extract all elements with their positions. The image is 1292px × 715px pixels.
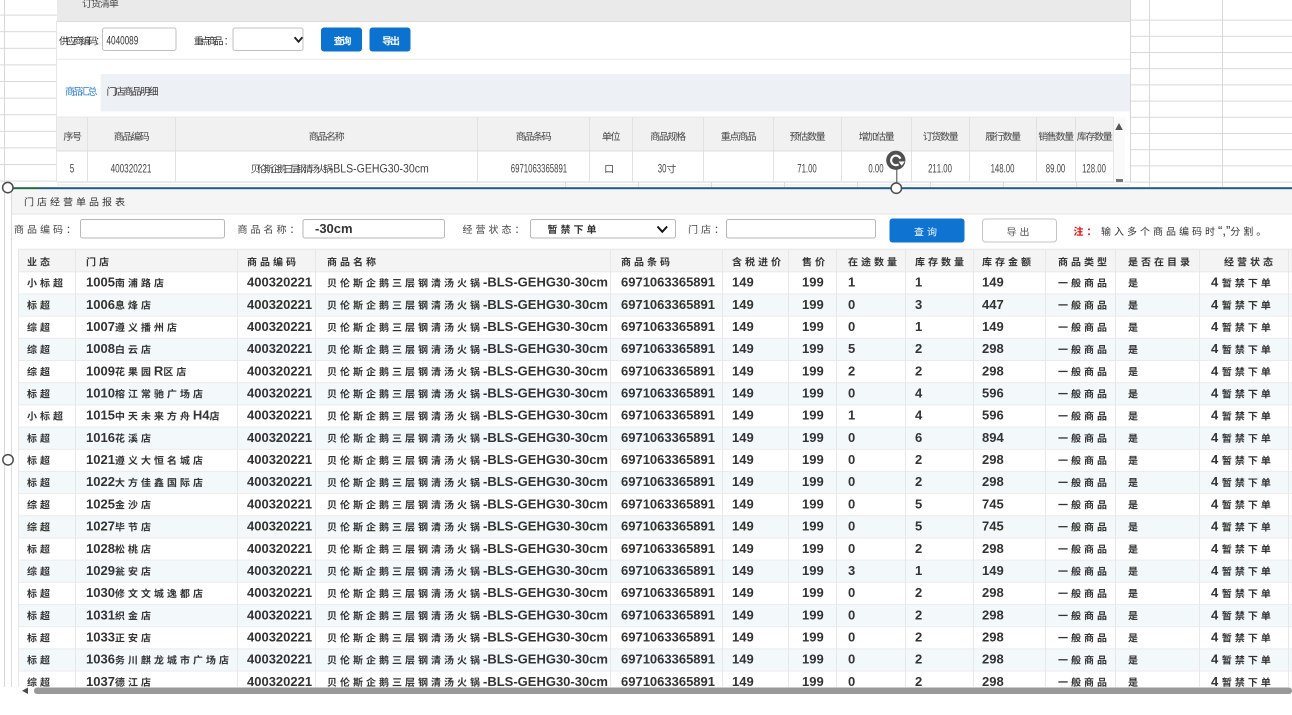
svg-text:3: 3 xyxy=(848,563,855,578)
svg-text:2: 2 xyxy=(915,474,922,489)
svg-text::: : xyxy=(225,34,228,48)
svg-text:5: 5 xyxy=(848,341,855,356)
svg-text:1029: 1029 xyxy=(86,563,115,578)
svg-text:1: 1 xyxy=(915,563,922,578)
svg-text:1028: 1028 xyxy=(86,541,115,556)
svg-text:0: 0 xyxy=(848,585,855,600)
svg-text:0: 0 xyxy=(848,629,855,644)
svg-text:1025: 1025 xyxy=(86,496,115,511)
svg-text:298: 298 xyxy=(982,585,1004,600)
svg-text:1037: 1037 xyxy=(86,674,115,689)
svg-text:0: 0 xyxy=(848,430,855,445)
svg-text:149: 149 xyxy=(982,319,1004,334)
svg-text:298: 298 xyxy=(982,474,1004,489)
svg-text:“,”: “,” xyxy=(1218,223,1230,238)
svg-text:0: 0 xyxy=(848,496,855,511)
svg-text:1006: 1006 xyxy=(86,297,115,312)
svg-text:2: 2 xyxy=(915,607,922,622)
svg-text:298: 298 xyxy=(982,452,1004,467)
svg-text:1016: 1016 xyxy=(86,430,115,445)
svg-text:596: 596 xyxy=(982,408,1004,423)
svg-text:1: 1 xyxy=(915,275,922,290)
svg-text:H4: H4 xyxy=(193,408,210,423)
svg-text:2: 2 xyxy=(915,629,922,644)
svg-text:596: 596 xyxy=(982,386,1004,401)
svg-text:745: 745 xyxy=(982,519,1004,534)
svg-text:2: 2 xyxy=(848,363,855,378)
svg-text:0: 0 xyxy=(848,541,855,556)
svg-text:5: 5 xyxy=(915,519,922,534)
svg-text:30: 30 xyxy=(658,163,667,176)
svg-text:1009: 1009 xyxy=(86,363,115,378)
svg-text:3: 3 xyxy=(915,297,922,312)
svg-text:2: 2 xyxy=(915,585,922,600)
svg-text:2: 2 xyxy=(915,452,922,467)
svg-text:1008: 1008 xyxy=(86,341,115,356)
svg-text:1021: 1021 xyxy=(86,452,115,467)
svg-text:2: 2 xyxy=(915,341,922,356)
svg-text:5: 5 xyxy=(915,496,922,511)
svg-text:-30cm: -30cm xyxy=(315,221,353,236)
svg-text:0: 0 xyxy=(848,652,855,667)
svg-text:894: 894 xyxy=(982,430,1004,445)
svg-text:6: 6 xyxy=(915,430,922,445)
svg-text:298: 298 xyxy=(982,607,1004,622)
svg-text:1005: 1005 xyxy=(86,275,115,290)
svg-text:2: 2 xyxy=(915,674,922,689)
svg-text:149: 149 xyxy=(982,275,1004,290)
svg-text:0: 0 xyxy=(848,297,855,312)
svg-text:298: 298 xyxy=(982,341,1004,356)
svg-text:R: R xyxy=(154,363,164,378)
svg-text:745: 745 xyxy=(982,496,1004,511)
svg-text:298: 298 xyxy=(982,629,1004,644)
svg-text:400320221: 400320221 xyxy=(111,163,152,176)
svg-text:4: 4 xyxy=(915,408,923,423)
svg-text:148.00: 148.00 xyxy=(991,163,1015,176)
svg-text:1: 1 xyxy=(915,319,922,334)
svg-text:128.00: 128.00 xyxy=(1082,163,1106,176)
svg-text:4040089: 4040089 xyxy=(107,35,139,48)
svg-text:1010: 1010 xyxy=(86,386,115,401)
svg-text:298: 298 xyxy=(982,652,1004,667)
svg-text:1036: 1036 xyxy=(86,652,115,667)
svg-text:-BLS-GEHG30-30cm: -BLS-GEHG30-30cm xyxy=(330,163,429,176)
svg-text:1007: 1007 xyxy=(86,319,115,334)
svg-text:1031: 1031 xyxy=(86,607,115,622)
svg-text:0: 0 xyxy=(848,452,855,467)
svg-text:0: 0 xyxy=(848,319,855,334)
svg-text:0: 0 xyxy=(848,674,855,689)
svg-text:89.00: 89.00 xyxy=(1046,163,1066,176)
svg-text:2: 2 xyxy=(915,652,922,667)
svg-text:2: 2 xyxy=(915,541,922,556)
svg-text:0: 0 xyxy=(848,386,855,401)
svg-text:298: 298 xyxy=(982,541,1004,556)
svg-text:447: 447 xyxy=(982,297,1004,312)
svg-text:0.00: 0.00 xyxy=(868,163,883,176)
svg-text:71.00: 71.00 xyxy=(797,163,817,176)
svg-text:1: 1 xyxy=(848,408,855,423)
svg-text:298: 298 xyxy=(982,674,1004,689)
svg-text:0: 0 xyxy=(848,474,855,489)
svg-text:6971063365891: 6971063365891 xyxy=(511,163,568,176)
svg-text:2: 2 xyxy=(915,363,922,378)
svg-text:1027: 1027 xyxy=(86,519,115,534)
svg-text:149: 149 xyxy=(982,563,1004,578)
svg-text:211.00: 211.00 xyxy=(928,163,952,176)
svg-text:0: 0 xyxy=(848,607,855,622)
svg-text:0: 0 xyxy=(848,519,855,534)
svg-text:298: 298 xyxy=(982,363,1004,378)
svg-text:1: 1 xyxy=(848,275,855,290)
svg-text:1015: 1015 xyxy=(86,408,115,423)
svg-text:1030: 1030 xyxy=(86,585,115,600)
svg-text:5: 5 xyxy=(70,163,75,176)
svg-text:4: 4 xyxy=(915,386,923,401)
svg-text::: : xyxy=(96,34,99,48)
svg-text:1022: 1022 xyxy=(86,474,115,489)
svg-text:1033: 1033 xyxy=(86,629,115,644)
